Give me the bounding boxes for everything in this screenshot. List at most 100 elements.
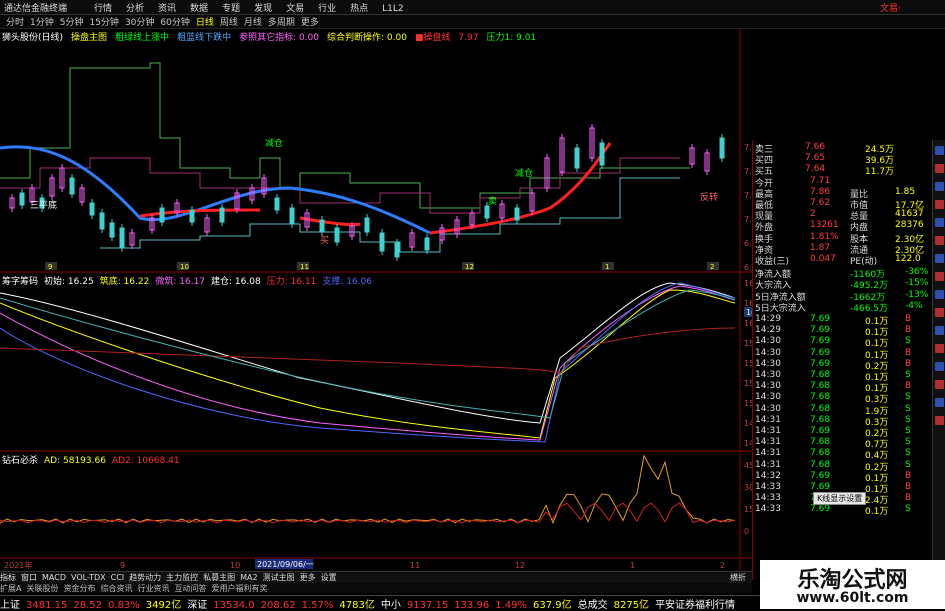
chip-line (0, 289, 736, 439)
quote-row: 14:31 7.68 0.4万 S (755, 448, 929, 461)
toolbar-icon[interactable] (935, 398, 944, 407)
tick-price: 7.69 (810, 426, 831, 436)
indicator-tab[interactable]: 设置 (321, 573, 337, 582)
tick-side: B (905, 325, 912, 336)
period-tab[interactable]: 日线 (196, 18, 214, 28)
period-tab[interactable]: 更多 (301, 18, 319, 28)
info-tab[interactable]: 爱用户福利有奖 (211, 584, 267, 593)
stat-value: 1.85 (895, 186, 916, 197)
candle (19, 192, 25, 206)
info-tab[interactable]: 行业资讯 (137, 584, 169, 593)
chip-axis-label: 14.75 (744, 419, 752, 428)
tick-side: B (905, 482, 912, 492)
stat-value: 7.71 (810, 175, 831, 186)
right-tab[interactable]: 横折 (730, 572, 746, 583)
menu-item-discover[interactable]: 发现 (254, 4, 272, 14)
chip-axis-label: 15.25 (744, 379, 752, 388)
indicator-tab[interactable]: 测试主图 (263, 573, 295, 582)
right-toolbar[interactable] (932, 140, 945, 580)
indicator-tab[interactable]: 更多 (300, 573, 316, 582)
price-annotation: 反转 (700, 191, 718, 203)
menu-item-l1l2[interactable]: L1L2 (382, 4, 403, 14)
toolbar-icon[interactable] (935, 416, 944, 425)
oscillator-legend-item: AD: 58193.66 (44, 456, 106, 466)
indicator-tab[interactable]: 趋势动力 (129, 573, 161, 582)
stat-value: 7.86 (810, 186, 831, 197)
kline-settings-tooltip[interactable]: K线显示设置 (813, 492, 867, 505)
toolbar-icon[interactable] (935, 344, 944, 353)
period-tab[interactable]: 30分钟 (125, 18, 154, 28)
chip-legend-item: 建仓: 16.08 (211, 277, 261, 287)
indicator-tab[interactable]: MACD (42, 573, 66, 582)
brand-label: 文易· (880, 4, 901, 14)
info-tab[interactable]: 综合资讯 (100, 584, 132, 593)
price-annotation: 买 (320, 235, 329, 246)
period-tab[interactable]: 1分钟 (30, 18, 54, 28)
indicator-tab[interactable]: 私募主图 (203, 573, 235, 582)
period-tab[interactable]: 周线 (220, 18, 238, 28)
candle (319, 219, 325, 233)
status-item: 1.57% (301, 600, 334, 611)
chip-axis-label: 16.25 (744, 299, 752, 308)
toolbar-icon[interactable] (935, 326, 944, 335)
period-tab[interactable]: 15分钟 (89, 18, 118, 28)
toolbar-icon[interactable] (935, 290, 944, 299)
chart-area[interactable]: 7.757.507.257.006.756.50三平底减仓减仓买卖反转91011… (0, 28, 752, 571)
price-axis-label: 7.50 (744, 167, 752, 176)
tick-price: 7.69 (810, 347, 831, 358)
price-annotation: 卖 (488, 196, 497, 207)
chip-legend-item: 微筑: 16.17 (155, 277, 206, 287)
stat-value: 0.047 (810, 254, 836, 264)
watermark-url: www.60lt.com (796, 590, 909, 606)
info-tab[interactable]: 资金分布 (63, 584, 95, 593)
toolbar-icon[interactable] (935, 308, 944, 317)
period-tab[interactable]: 分时 (6, 18, 24, 28)
tick-time: 14:31 (755, 459, 781, 470)
toolbar-icon[interactable] (935, 362, 944, 371)
info-tab[interactable]: 扩展A (0, 584, 21, 593)
menu-item-quote[interactable]: 行情 (94, 4, 112, 14)
period-toolbar: 分时 1分钟 5分钟 15分钟 30分钟 60分钟 日线 周线 月线 多周期 更多 (0, 15, 945, 29)
toolbar-icon[interactable] (935, 164, 944, 173)
info-tab[interactable]: 互动问答 (174, 584, 206, 593)
toolbar-icon[interactable] (935, 272, 944, 281)
indicator-tab[interactable]: 窗口 (21, 573, 37, 582)
indicator-tab[interactable]: 主力监控 (166, 573, 198, 582)
menu-item-news[interactable]: 资讯 (158, 4, 176, 14)
month-marker: 9 (48, 263, 52, 271)
quote-row: 买四 7.65 39.6万 (755, 153, 929, 166)
menu-item-wenyi[interactable]: 文易 (286, 4, 304, 14)
x-axis-label: 9 (120, 561, 125, 570)
toolbar-icon[interactable] (935, 254, 944, 263)
info-tab[interactable]: 关联股份 (26, 584, 58, 593)
toolbar-icon[interactable] (935, 380, 944, 389)
osc-axis-label: 0 (744, 527, 749, 536)
period-tab[interactable]: 5分钟 (60, 18, 84, 28)
price-annotation: 三平底 (30, 199, 57, 211)
candle (109, 222, 115, 238)
quote-row: 净流入额 -1160万 -36% (755, 267, 929, 280)
level-price: 7.66 (805, 142, 826, 152)
menu-item-topic[interactable]: 专题 (222, 4, 240, 14)
indicator-tab[interactable]: MA2 (240, 573, 257, 582)
quote-row: 14:30 7.69 0.1万 S (755, 336, 929, 349)
toolbar-icon[interactable] (935, 200, 944, 209)
period-tab[interactable]: 60分钟 (160, 18, 189, 28)
indicator-tab[interactable]: 指标 (0, 573, 16, 582)
toolbar-icon[interactable] (935, 182, 944, 191)
menu-item-analysis[interactable]: 分析 (126, 4, 144, 14)
menu-item-hotspot[interactable]: 热点 (350, 4, 368, 14)
menu-item-industry[interactable]: 行业 (318, 4, 336, 14)
toolbar-icon[interactable] (935, 146, 944, 155)
toolbar-icon[interactable] (935, 218, 944, 227)
period-tab[interactable]: 月线 (244, 18, 262, 28)
quote-panel: 卖三 7.66 24.5万 买四 7.65 39.6万 买五 7.64 11.7万 今开 7.71 最… (752, 140, 931, 580)
period-tab[interactable]: 多周期 (268, 18, 295, 28)
toolbar-icon[interactable] (935, 236, 944, 245)
quote-row: 净资 1.87 流通 2.30亿 (755, 243, 929, 256)
menu-item-data[interactable]: 数据 (190, 4, 208, 14)
candle (484, 205, 490, 219)
indicator-tab[interactable]: VOL-TDX (71, 573, 106, 582)
indicator-tab[interactable]: CCI (111, 573, 125, 582)
status-item: 3492亿 (145, 600, 182, 611)
